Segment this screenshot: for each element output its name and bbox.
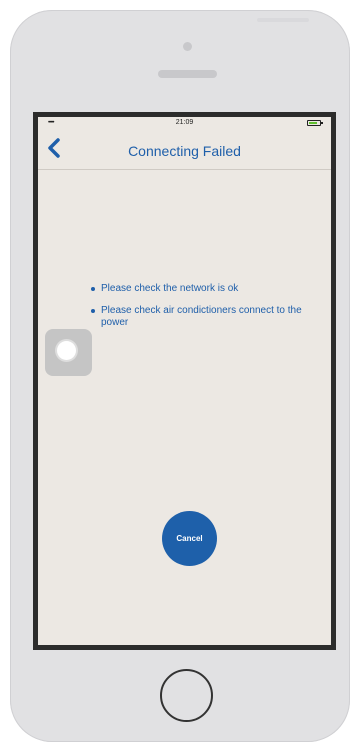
assistive-touch-button[interactable] [45,329,92,376]
status-time: 21:09 [175,119,194,126]
home-button[interactable] [160,669,213,722]
tip-network: Please check the network is ok [90,283,310,295]
battery-icon [307,120,323,126]
screen: ••••• 21:09 Connecting Failed Please che… [33,112,336,650]
speaker-grille [158,70,217,78]
status-bar: ••••• 21:09 [38,117,331,131]
power-button [257,18,309,22]
tips-list: Please check the network is ok Please ch… [90,283,310,339]
tip-power: Please check air condictioners connect t… [90,305,310,329]
nav-bar: Connecting Failed [38,131,331,170]
page-title: Connecting Failed [128,143,241,159]
camera-icon [183,42,192,51]
cancel-button[interactable]: Cancel [162,511,217,566]
